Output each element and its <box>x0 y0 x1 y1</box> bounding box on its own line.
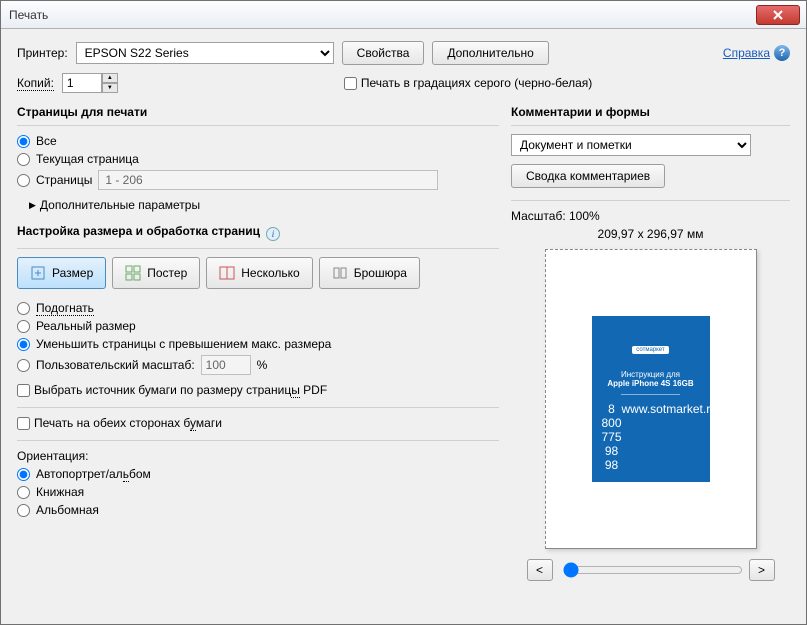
grayscale-label: Печать в градациях серого (черно-белая) <box>361 76 592 90</box>
radio-orient-landscape[interactable]: Альбомная <box>17 503 499 517</box>
tab-multiple[interactable]: Несколько <box>206 257 312 289</box>
page-dimensions: 209,97 x 296,97 мм <box>511 227 790 241</box>
copies-down-button[interactable]: ▼ <box>102 83 118 93</box>
copies-label: Копий: <box>17 76 54 90</box>
radio-actual[interactable]: Реальный размер <box>17 319 499 333</box>
page-range-group: Все Текущая страница Страницы <box>17 134 499 190</box>
page-range-input[interactable] <box>98 170 438 190</box>
size-icon <box>30 265 46 281</box>
page-preview: сотмаркет Инструкция для Apple iPhone 4S… <box>545 249 757 549</box>
pages-section-title: Страницы для печати <box>17 105 499 119</box>
page-slider[interactable] <box>561 560 741 581</box>
chevron-right-icon: > <box>758 563 765 577</box>
tab-size[interactable]: Размер <box>17 257 106 289</box>
orientation-group: Автопортрет/альбом Книжная Альбомная <box>17 467 499 517</box>
tab-booklet[interactable]: Брошюра <box>319 257 420 289</box>
close-button[interactable] <box>756 5 800 25</box>
radio-current[interactable]: Текущая страница <box>17 152 499 166</box>
close-icon <box>773 10 783 20</box>
more-options-expander[interactable]: ▶ Дополнительные параметры <box>29 198 499 212</box>
grayscale-input[interactable] <box>344 77 357 90</box>
orientation-label: Ориентация: <box>17 449 499 463</box>
poster-icon <box>125 265 141 281</box>
prev-page-button[interactable]: < <box>527 559 553 581</box>
radio-all[interactable]: Все <box>17 134 499 148</box>
doc-logo: сотмаркет <box>632 346 668 354</box>
copies-up-button[interactable]: ▲ <box>102 73 118 83</box>
advanced-button[interactable]: Дополнительно <box>432 41 548 65</box>
scale-readout: Масштаб: 100% <box>511 209 790 223</box>
properties-button[interactable]: Свойства <box>342 41 425 65</box>
radio-orient-auto[interactable]: Автопортрет/альбом <box>17 467 499 481</box>
copies-spinner[interactable]: ▲ ▼ <box>62 73 118 93</box>
sizing-section-title: Настройка размера и обработка страниц <box>17 224 260 238</box>
summarize-comments-button[interactable]: Сводка комментариев <box>511 164 665 188</box>
custom-scale-input[interactable] <box>201 355 251 375</box>
window-title: Печать <box>9 8 48 22</box>
info-icon[interactable]: i <box>266 227 280 241</box>
help-icon[interactable]: ? <box>774 45 790 61</box>
printer-label: Принтер: <box>17 46 68 60</box>
printer-select[interactable]: EPSON S22 Series <box>76 42 334 64</box>
titlebar: Печать <box>1 1 806 29</box>
radio-custom-scale[interactable]: Пользовательский масштаб: % <box>17 355 499 375</box>
paper-source-checkbox[interactable]: Выбрать источник бумаги по размеру стран… <box>17 383 499 397</box>
radio-orient-portrait[interactable]: Книжная <box>17 485 499 499</box>
chevron-left-icon: < <box>536 563 543 577</box>
sizing-tabs: Размер Постер Несколько Брошюра <box>17 257 499 289</box>
tab-poster[interactable]: Постер <box>112 257 200 289</box>
next-page-button[interactable]: > <box>749 559 775 581</box>
duplex-checkbox[interactable]: Печать на обеих сторонах бумаги <box>17 416 499 430</box>
radio-range[interactable]: Страницы <box>17 170 499 190</box>
grayscale-checkbox[interactable]: Печать в градациях серого (черно-белая) <box>344 76 592 90</box>
document-thumbnail: сотмаркет Инструкция для Apple iPhone 4S… <box>592 316 710 482</box>
radio-shrink[interactable]: Уменьшить страницы с превышением макс. р… <box>17 337 499 351</box>
chevron-right-icon: ▶ <box>29 200 36 211</box>
scale-group: Подогнать Реальный размер Уменьшить стра… <box>17 301 499 375</box>
booklet-icon <box>332 265 348 281</box>
comments-section-title: Комментарии и формы <box>511 105 790 119</box>
comments-forms-select[interactable]: Документ и пометки <box>511 134 751 156</box>
copies-input[interactable] <box>62 73 102 93</box>
radio-fit[interactable]: Подогнать <box>17 301 499 315</box>
multiple-icon <box>219 265 235 281</box>
help-link[interactable]: Справка <box>723 46 770 60</box>
